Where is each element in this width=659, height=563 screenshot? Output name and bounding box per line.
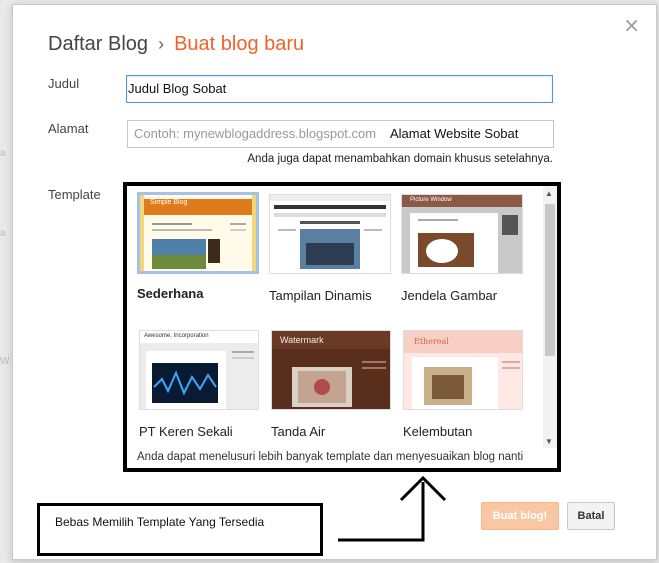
annotation-arrow-icon [338, 475, 447, 542]
annotation-callout: Bebas Memilih Template Yang Tersedia [37, 503, 323, 556]
